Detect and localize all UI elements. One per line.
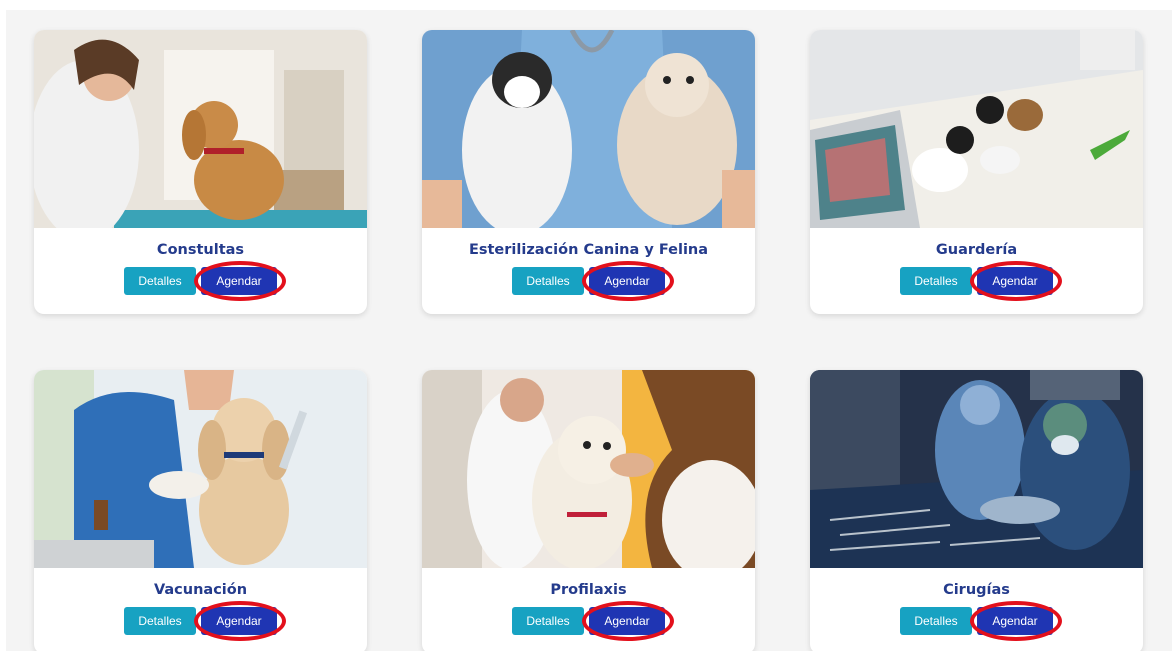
- service-photo-vacunacion: [34, 370, 367, 568]
- service-title: Vacunación: [153, 582, 248, 598]
- service-actions: Detalles Agendar: [810, 261, 1143, 301]
- schedule-button[interactable]: Agendar: [977, 267, 1053, 295]
- service-actions: Detalles Agendar: [810, 601, 1143, 641]
- service-card-vacunacion: Vacunación Detalles Agendar: [34, 370, 367, 651]
- service-title: Guardería: [935, 242, 1018, 258]
- service-title: Constultas: [156, 242, 245, 258]
- service-photo-profilaxis: [422, 370, 755, 568]
- service-title: Cirugías: [943, 582, 1010, 598]
- service-actions: Detalles Agendar: [422, 601, 755, 641]
- details-button[interactable]: Detalles: [900, 607, 972, 635]
- service-actions: Detalles Agendar: [422, 261, 755, 301]
- service-card-profilaxis: Profilaxis Detalles Agendar: [422, 370, 755, 651]
- service-card-guarderia: Guardería Detalles Agendar: [810, 30, 1143, 314]
- schedule-button[interactable]: Agendar: [977, 607, 1053, 635]
- service-title: Esterilización Canina y Felina: [468, 242, 709, 258]
- service-card-esterilizacion: Esterilización Canina y Felina Detalles …: [422, 30, 755, 314]
- service-photo-cirugias: [810, 370, 1143, 568]
- details-button[interactable]: Detalles: [900, 267, 972, 295]
- service-photo-esterilizacion: [422, 30, 755, 228]
- schedule-button[interactable]: Agendar: [201, 267, 277, 295]
- service-photo-guarderia: [810, 30, 1143, 228]
- schedule-button[interactable]: Agendar: [201, 607, 277, 635]
- service-card-consultas: Constultas Detalles Agendar: [34, 30, 367, 314]
- details-button[interactable]: Detalles: [124, 267, 196, 295]
- page: Constultas Detalles Agendar Esterilizaci…: [0, 0, 1172, 651]
- service-photo-consultas: [34, 30, 367, 228]
- details-button[interactable]: Detalles: [512, 267, 584, 295]
- schedule-button[interactable]: Agendar: [589, 607, 665, 635]
- details-button[interactable]: Detalles: [124, 607, 196, 635]
- service-actions: Detalles Agendar: [34, 601, 367, 641]
- service-actions: Detalles Agendar: [34, 261, 367, 301]
- service-card-cirugias: Cirugías Detalles Agendar: [810, 370, 1143, 651]
- service-title: Profilaxis: [550, 582, 627, 598]
- schedule-button[interactable]: Agendar: [589, 267, 665, 295]
- details-button[interactable]: Detalles: [512, 607, 584, 635]
